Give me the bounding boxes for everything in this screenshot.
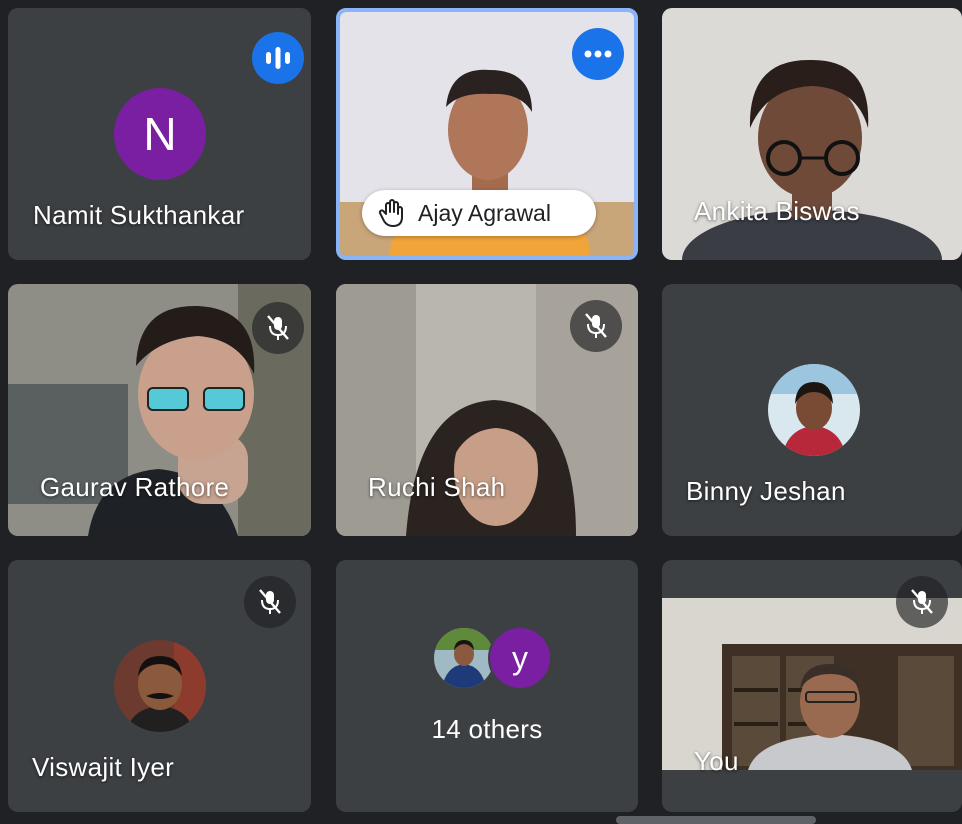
avatar: N	[114, 88, 206, 180]
avatar: y	[488, 626, 552, 690]
participant-tile-viswajit[interactable]: Viswajit Iyer	[8, 560, 311, 812]
participant-name: Binny Jeshan	[686, 476, 846, 506]
bottom-toolbar-edge	[616, 816, 816, 824]
participant-name: Viswajit Iyer	[32, 752, 175, 782]
mic-off-indicator	[244, 576, 296, 628]
others-count-label: 14 others	[431, 714, 543, 744]
participant-tile-ankita[interactable]: Ankita Biswas	[662, 8, 962, 260]
participant-name: Gaurav Rathore	[40, 472, 230, 502]
participant-name: Ajay Agrawal	[418, 199, 551, 226]
avatar	[434, 628, 494, 688]
mic-off-icon	[911, 589, 933, 614]
participant-name: You	[694, 746, 739, 776]
more-options-icon	[584, 50, 612, 58]
participant-tile-namit[interactable]: N Namit Sukthankar	[8, 8, 311, 260]
mic-off-indicator	[896, 576, 948, 628]
self-tile[interactable]: You	[662, 560, 962, 812]
participant-name: Ankita Biswas	[694, 196, 860, 226]
avatar	[114, 640, 206, 732]
participant-name: Namit Sukthankar	[33, 200, 245, 230]
raised-hand-icon	[378, 199, 403, 227]
speaking-indicator-icon	[252, 32, 304, 84]
raised-hand-chip: Ajay Agrawal	[362, 190, 596, 236]
mic-off-icon	[585, 313, 607, 338]
mic-off-icon	[259, 589, 281, 614]
avatar	[768, 364, 860, 456]
others-tile[interactable]: y 14 others	[336, 560, 638, 812]
more-options-button[interactable]	[572, 28, 624, 80]
mic-off-indicator	[570, 300, 622, 352]
mic-off-icon	[267, 315, 289, 340]
participant-tile-gaurav[interactable]: Gaurav Rathore	[8, 284, 311, 536]
participant-tile-ajay[interactable]: Ajay Agrawal	[336, 8, 638, 260]
participant-name: Ruchi Shah	[368, 472, 506, 502]
mic-off-indicator	[252, 302, 304, 354]
participant-tile-ruchi[interactable]: Ruchi Shah	[336, 284, 638, 536]
participant-tile-binny[interactable]: Binny Jeshan	[662, 284, 962, 536]
